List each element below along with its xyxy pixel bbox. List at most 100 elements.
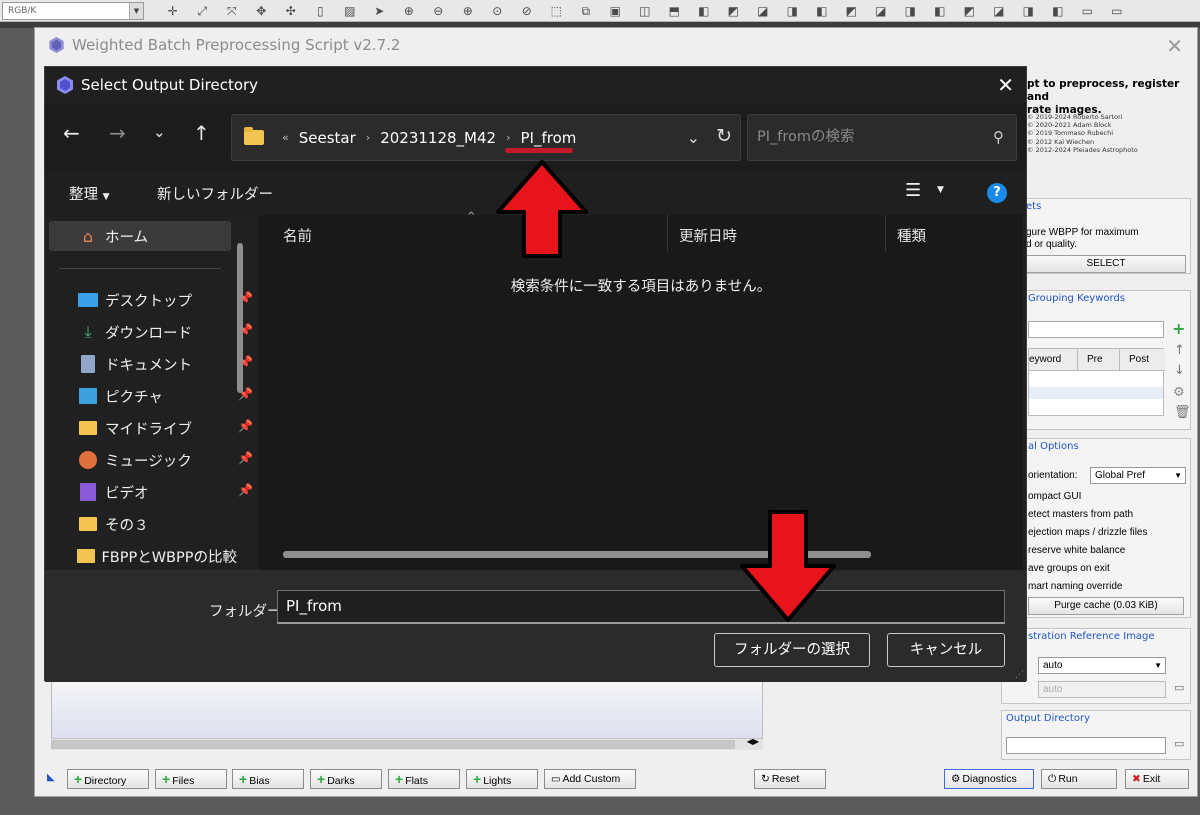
address-dropdown-icon[interactable]: ⌄ [687, 128, 700, 147]
breadcrumb-pi-from[interactable]: PI_from [520, 129, 576, 147]
arrow-up-icon[interactable]: ↑ [1174, 343, 1185, 358]
fit-icon[interactable]: ⤢ [188, 1, 218, 21]
breadcrumb-seestar[interactable]: Seestar [299, 129, 356, 147]
option-detect-masters[interactable]: etect masters from path [1028, 509, 1133, 520]
pan-icon[interactable]: ✣ [276, 1, 306, 21]
zoom-reset-icon[interactable]: ⊘ [512, 1, 542, 21]
expand-icon[interactable]: ⤧ [217, 1, 247, 21]
back-arrow-icon[interactable]: ← [63, 121, 80, 145]
pre-col[interactable]: Pre [1087, 354, 1103, 365]
dialog-close-icon[interactable]: ✕ [997, 73, 1014, 97]
process-c-icon[interactable]: ◪ [748, 1, 778, 21]
process-d-icon[interactable]: ◨ [778, 1, 808, 21]
move-icon[interactable]: ✥ [247, 1, 277, 21]
add-files-button[interactable]: + Files [155, 769, 227, 789]
sidebar-item-music[interactable]: ミュージック 📌 [77, 445, 257, 475]
diagnostics-button[interactable]: ⚙ Diagnostics [944, 769, 1034, 789]
option-rejection-maps[interactable]: ejection maps / drizzle files [1028, 527, 1148, 538]
sidebar-item-desktop[interactable]: デスクトップ 📌 [77, 285, 257, 315]
color-mode-select[interactable]: RGB/K ▼ [2, 1, 144, 20]
breadcrumb-20231128-m42[interactable]: 20231128_M42 [380, 129, 496, 147]
pin-icon[interactable]: 📌 [238, 451, 253, 465]
process-b-icon[interactable]: ◩ [719, 1, 749, 21]
image-icon[interactable]: ▨ [335, 1, 365, 21]
process-i-icon[interactable]: ◧ [925, 1, 955, 21]
preview-icon[interactable]: ▣ [601, 1, 631, 21]
add-lights-button[interactable]: + Lights [466, 769, 538, 789]
address-bar[interactable]: « Seestar › 20231128_M42 › PI_from ⌄ ↻ [231, 114, 741, 161]
sidebar-item-folder-3[interactable]: その３ [77, 509, 257, 539]
overflow-chevron[interactable]: « [282, 131, 289, 144]
exit-button[interactable]: ✖ Exit [1125, 769, 1189, 789]
panel-b-icon[interactable]: ▭ [1102, 1, 1132, 21]
gear-icon[interactable]: ⚙ [1173, 385, 1185, 400]
cursor-icon[interactable]: ➤ [365, 1, 395, 21]
process-j-icon[interactable]: ◩ [955, 1, 985, 21]
zoom-in-icon[interactable]: ⊕ [394, 1, 424, 21]
wbpp-close-icon[interactable]: ✕ [1166, 34, 1183, 58]
help-icon[interactable]: ? [987, 183, 1007, 203]
registration-file-field[interactable]: auto [1038, 681, 1166, 698]
search-input[interactable]: PI_fromの検索 ⚲ [747, 114, 1017, 161]
folder-browse-icon[interactable]: ▭ [1174, 681, 1184, 694]
sidebar-item-videos[interactable]: ビデオ 📌 [77, 477, 257, 507]
folder-browse-icon[interactable]: ▭ [1174, 737, 1184, 750]
zoom-one-icon[interactable]: ⊙ [483, 1, 513, 21]
panel-icon[interactable]: ▭ [1073, 1, 1103, 21]
option-save-groups[interactable]: ave groups on exit [1028, 563, 1110, 574]
add-darks-button[interactable]: + Darks [310, 769, 382, 789]
column-divider[interactable] [667, 215, 668, 251]
reset-button[interactable]: ↻ Reset [754, 769, 826, 789]
column-type[interactable]: 種類 [897, 225, 926, 246]
select-preset-button[interactable]: SELECT [1026, 255, 1186, 273]
resize-grip-icon[interactable]: ⋰ [1015, 670, 1024, 680]
sidebar-item-documents[interactable]: ドキュメント 📌 [77, 349, 257, 379]
sidebar-item-fbpp-wbpp[interactable]: FBPPとWBPPの比較 [77, 541, 237, 571]
option-compact-gui[interactable]: ompact GUI [1028, 491, 1081, 502]
purge-cache-button[interactable]: Purge cache (0.03 KiB) [1028, 597, 1184, 615]
sidebar-scrollbar[interactable] [237, 243, 243, 393]
process-g-icon[interactable]: ◪ [866, 1, 896, 21]
column-name[interactable]: 名前 [283, 225, 312, 246]
trash-icon[interactable]: 🗑 [1174, 405, 1191, 420]
orientation-select[interactable]: Global Pref ▼ [1090, 467, 1186, 484]
add-keyword-icon[interactable]: + [1172, 319, 1185, 338]
add-bias-button[interactable]: + Bias [232, 769, 304, 789]
sidebar-item-home[interactable]: ⌂ ホーム [49, 221, 231, 251]
process-e-icon[interactable]: ◧ [807, 1, 837, 21]
process-l-icon[interactable]: ◨ [1014, 1, 1044, 21]
refresh-icon[interactable]: ↻ [716, 125, 732, 147]
column-divider[interactable] [885, 215, 886, 251]
process-f-icon[interactable]: ◩ [837, 1, 867, 21]
sidebar-item-pictures[interactable]: ピクチャ 📌 [77, 381, 257, 411]
page-icon[interactable]: ▯ [306, 1, 336, 21]
cancel-button[interactable]: キャンセル [887, 633, 1005, 667]
sidebar-item-mydrive[interactable]: マイドライブ 📌 [77, 413, 257, 443]
process-m-icon[interactable]: ◧ [1043, 1, 1073, 21]
cross-icon[interactable]: ✛ [158, 1, 188, 21]
frame-icon[interactable]: ⬒ [660, 1, 690, 21]
recent-chevron-icon[interactable]: ⌄ [153, 123, 166, 141]
output-directory-input[interactable] [1006, 737, 1166, 754]
process-h-icon[interactable]: ◨ [896, 1, 926, 21]
option-preserve-wb[interactable]: reserve white balance [1028, 545, 1125, 556]
process-k-icon[interactable]: ◪ [984, 1, 1014, 21]
organize-menu[interactable]: 整理 ▼ [69, 183, 110, 204]
pin-icon[interactable]: 📌 [238, 483, 253, 497]
view-chevron-icon[interactable]: ▼ [937, 185, 944, 195]
post-col[interactable]: Post [1129, 354, 1149, 365]
add-directory-button[interactable]: + Directory [67, 769, 149, 789]
keyword-input[interactable] [1028, 321, 1164, 338]
multi-select-icon[interactable]: ⧉ [571, 1, 601, 21]
select-icon[interactable]: ⬚ [542, 1, 572, 21]
option-smart-naming[interactable]: mart naming override [1028, 581, 1122, 592]
select-folder-button[interactable]: フォルダーの選択 [714, 633, 870, 667]
keyword-col[interactable]: eyword [1029, 354, 1061, 365]
scroll-arrows-icon[interactable]: ◀▶ [747, 737, 759, 746]
registration-mode-select[interactable]: auto ▼ [1038, 657, 1166, 674]
column-modified[interactable]: 更新日時 [679, 225, 737, 246]
zoom-out-icon[interactable]: ⊖ [424, 1, 454, 21]
zoom-fit-icon[interactable]: ⊕ [453, 1, 483, 21]
folder-input[interactable]: PI_from [277, 590, 1005, 624]
run-button[interactable]: ⏻ Run [1041, 769, 1117, 789]
